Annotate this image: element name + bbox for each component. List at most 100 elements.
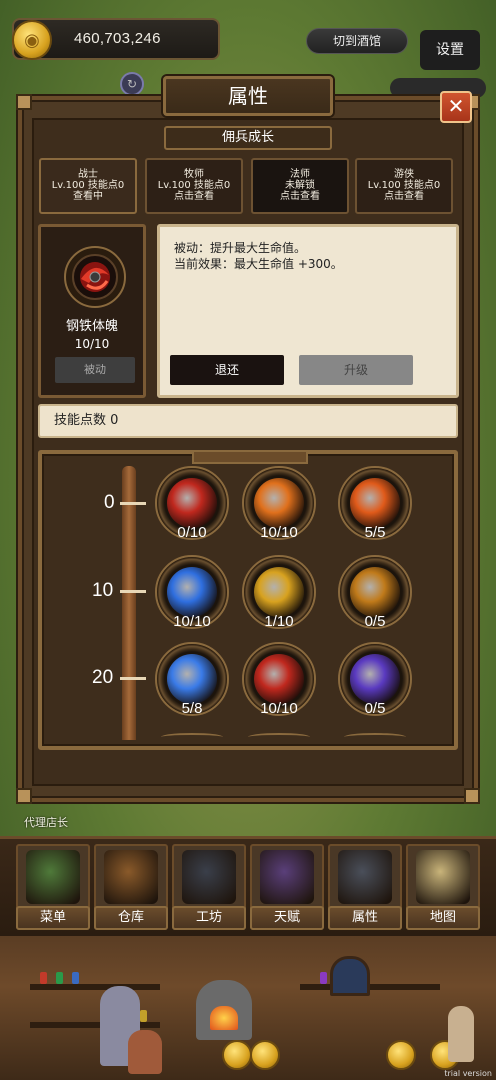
- panel-subtitle: 佣兵成长: [164, 126, 332, 150]
- nav-book[interactable]: 菜单: [16, 844, 90, 930]
- skill-node-count: 10/10: [260, 700, 298, 717]
- gold-coin-icon: ◉: [12, 20, 52, 60]
- tab-name: 牧师: [184, 169, 204, 180]
- tab-name: 法师: [290, 169, 310, 180]
- shop-scene: trial version: [0, 936, 496, 1080]
- trial-watermark: trial version: [444, 1069, 492, 1078]
- skill-node-count: 5/5: [364, 524, 386, 541]
- skill-node-partial: [161, 733, 223, 741]
- refresh-icon: ↻: [120, 72, 144, 96]
- tier-tick: [120, 502, 146, 505]
- iron-body-icon: [64, 246, 126, 308]
- skill-description: 被动：提升最大生命值。: [174, 241, 307, 255]
- golden-strike-icon: [254, 567, 304, 617]
- book-icon: [26, 850, 80, 904]
- potion-icon: [40, 972, 47, 984]
- skill-type-badge: 被动: [55, 357, 135, 383]
- potion-icon: [72, 972, 79, 984]
- tab-ranger[interactable]: 游侠 Lv.100 技能点0 点击查看: [355, 158, 453, 214]
- skill-node-count: 0/5: [364, 700, 386, 717]
- skill-node-count: 1/10: [264, 613, 294, 630]
- nav-crystal-tree[interactable]: 天赋: [250, 844, 324, 930]
- skill-tree-trunk: [122, 466, 136, 740]
- chest-icon: [104, 850, 158, 904]
- nav-label: 天赋: [250, 906, 324, 930]
- close-icon: ✕: [447, 94, 465, 118]
- tier-label: 0: [104, 492, 115, 513]
- skill-node-count: 10/10: [260, 524, 298, 541]
- upgrade-button[interactable]: 升级: [299, 355, 413, 385]
- tab-name: 游侠: [394, 169, 414, 180]
- panel-title: 属性: [163, 76, 333, 116]
- tier-tick: [120, 677, 146, 680]
- potion-icon: [140, 1010, 147, 1022]
- fire-sword-icon: [350, 478, 400, 528]
- tab-priest[interactable]: 牧师 Lv.100 技能点0 点击查看: [145, 158, 243, 214]
- tab-level: 未解锁: [285, 180, 315, 191]
- tier-label: 20: [92, 667, 114, 688]
- close-button[interactable]: ✕: [440, 91, 472, 123]
- gold-coin-icon[interactable]: [250, 1040, 280, 1070]
- potion-icon: [320, 972, 327, 984]
- skill-node-count: 10/10: [173, 613, 211, 630]
- corner-ornament: [16, 94, 32, 110]
- tab-level: Lv.100 技能点0: [367, 180, 441, 191]
- iron-body-icon: [167, 478, 217, 528]
- anvil-icon: [182, 850, 236, 904]
- tier-tick: [120, 590, 146, 593]
- gold-coin-icon[interactable]: [222, 1040, 252, 1070]
- blue-blade-icon: [167, 654, 217, 704]
- tab-level: Lv.100 技能点0: [51, 180, 125, 191]
- crystal-tree-icon: [260, 850, 314, 904]
- nav-label: 仓库: [94, 906, 168, 930]
- nav-anvil[interactable]: 工坊: [172, 844, 246, 930]
- map-icon: [416, 850, 470, 904]
- tier-label: 10: [92, 580, 114, 601]
- tab-status: 点击查看: [384, 191, 424, 202]
- skill-node-partial: [344, 733, 406, 741]
- fire-icon: [210, 1006, 238, 1030]
- selected-skill-card: 钢铁体魄 10/10 被动: [38, 224, 146, 398]
- corner-ornament: [464, 788, 480, 804]
- acting-manager-label: 代理店长: [24, 816, 68, 829]
- switch-to-tavern-button[interactable]: 切到酒馆: [306, 28, 408, 54]
- settings-button[interactable]: 设置: [420, 30, 480, 70]
- skill-tree-header-plate: [192, 450, 308, 464]
- nav-chest[interactable]: 仓库: [94, 844, 168, 930]
- shelf: [30, 984, 160, 990]
- window-icon: [330, 956, 370, 996]
- tab-level: Lv.100 技能点0: [157, 180, 231, 191]
- skill-description-box: 被动：提升最大生命值。 当前效果：最大生命值 +300。 退还 升级: [157, 224, 459, 398]
- nav-label: 菜单: [16, 906, 90, 930]
- tab-warrior[interactable]: 战士 Lv.100 技能点0 查看中: [39, 158, 137, 214]
- nav-map[interactable]: 地图: [406, 844, 480, 930]
- nav-label: 工坊: [172, 906, 246, 930]
- furnace-icon: [196, 980, 252, 1040]
- skill-node-count: 0/5: [364, 613, 386, 630]
- shelf: [30, 1022, 160, 1028]
- tab-name: 战士: [78, 169, 98, 180]
- slash-sword-icon: [254, 478, 304, 528]
- tab-status: 点击查看: [174, 191, 214, 202]
- refund-button[interactable]: 退还: [170, 355, 284, 385]
- coin-counter: ◉ 460,703,246: [12, 18, 220, 60]
- nav-armor[interactable]: 属性: [328, 844, 402, 930]
- tab-mage[interactable]: 法师 未解锁 点击查看: [251, 158, 349, 214]
- customer-character[interactable]: [128, 1030, 162, 1074]
- void-vortex-icon: [350, 654, 400, 704]
- skill-node-count: 5/8: [181, 700, 203, 717]
- corner-ornament: [16, 788, 32, 804]
- nav-label: 地图: [406, 906, 480, 930]
- customer-character[interactable]: [448, 1006, 474, 1062]
- skill-level: 10/10: [74, 337, 110, 351]
- whirlwind-icon: [167, 567, 217, 617]
- shelf: [300, 984, 440, 990]
- crimson-guard-icon: [254, 654, 304, 704]
- potion-icon: [56, 972, 63, 984]
- nav-label: 属性: [328, 906, 402, 930]
- tab-status: 查看中: [73, 191, 103, 202]
- skill-effect: 当前效果：最大生命值 +300。: [174, 257, 343, 271]
- gold-coin-icon[interactable]: [386, 1040, 416, 1070]
- shadow-strike-icon: [350, 567, 400, 617]
- tab-status: 点击查看: [280, 191, 320, 202]
